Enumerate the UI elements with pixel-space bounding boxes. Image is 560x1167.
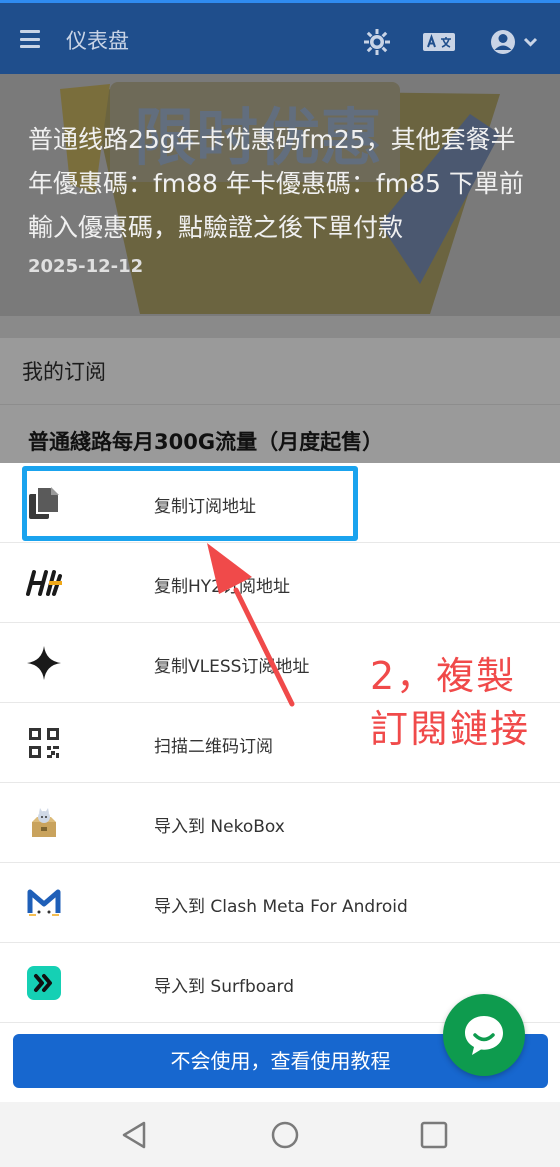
card-title: 我的订阅 [22, 360, 106, 384]
plan-name: 普通綫路每月300G流量（月度起售） [28, 430, 384, 454]
option-label: 复制HY2订阅地址 [154, 577, 290, 597]
promo-banner[interactable]: 限时优惠 普通线路25g年卡优惠码fm25，其他套餐半年優惠碼：fm88 年卡優… [0, 74, 560, 316]
qr-code-icon [24, 723, 64, 763]
nav-recents-icon[interactable] [418, 1119, 450, 1151]
theme-sun-icon[interactable] [362, 27, 392, 57]
option-label: 导入到 Clash Meta For Android [154, 897, 408, 917]
translate-icon[interactable] [422, 30, 456, 54]
divider [0, 404, 560, 405]
banner-headline: 普通线路25g年卡优惠码fm25，其他套餐半年優惠碼：fm88 年卡優惠碼：fm… [28, 125, 524, 242]
nav-back-icon[interactable] [119, 1119, 151, 1151]
option-label: 导入到 NekoBox [154, 817, 285, 837]
system-nav-bar [0, 1102, 560, 1167]
chat-bubble-icon [465, 1016, 503, 1055]
annotation-line-2: 訂閱鏈接 [370, 707, 531, 751]
surfboard-icon [24, 963, 64, 1003]
nekobox-icon [24, 803, 64, 843]
menu-icon[interactable] [20, 30, 40, 48]
sparkle-icon [24, 643, 64, 683]
content-area: 我的订阅 普通綫路每月300G流量（月度起售） [0, 316, 560, 463]
account-icon[interactable] [488, 27, 540, 57]
option-label: 复制订阅地址 [154, 497, 256, 517]
option-copy-subscription-url[interactable]: 复制订阅地址 [0, 463, 560, 543]
option-import-clash-meta[interactable]: 导入到 Clash Meta For Android [0, 863, 560, 943]
hysteria-icon [24, 563, 64, 603]
chat-support-button[interactable] [443, 994, 525, 1076]
banner-date: 2025-12-12 [28, 256, 144, 277]
annotation-line-1: 2，複製 [370, 654, 517, 698]
option-label: 导入到 Surfboard [154, 977, 295, 997]
annotation-text: 2，複製 訂閱鏈接 [370, 650, 530, 756]
top-app-bar: 仪表盘 [0, 0, 560, 74]
subscription-card: 我的订阅 普通綫路每月300G流量（月度起售） [0, 338, 560, 463]
option-label: 复制VLESS订阅地址 [154, 657, 310, 677]
nav-home-icon[interactable] [269, 1119, 301, 1151]
option-copy-hy2-url[interactable]: 复制HY2订阅地址 [0, 543, 560, 623]
copy-icon [24, 483, 64, 523]
clash-meta-icon [24, 883, 64, 923]
option-label: 扫描二维码订阅 [154, 737, 273, 757]
option-import-nekobox[interactable]: 导入到 NekoBox [0, 783, 560, 863]
page-title: 仪表盘 [66, 29, 129, 53]
